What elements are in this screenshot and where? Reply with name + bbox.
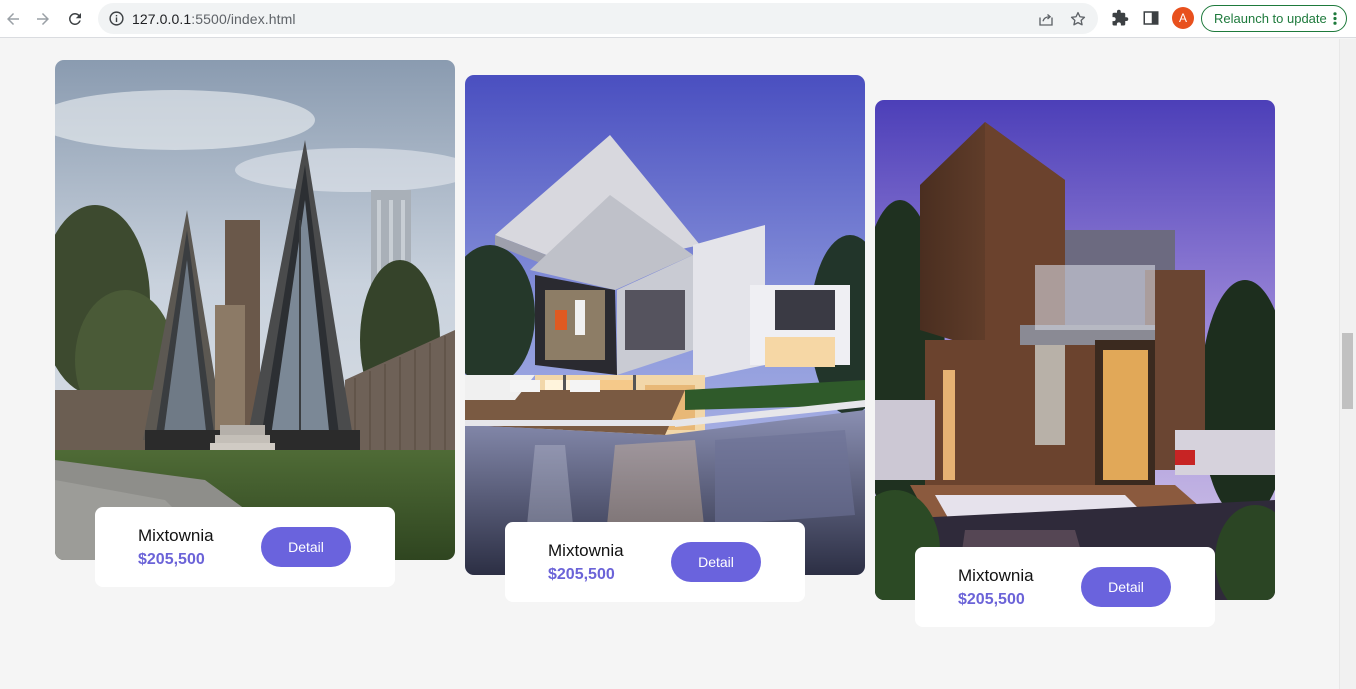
listing-name: Mixtownia (958, 566, 1034, 585)
puzzle-icon (1112, 9, 1129, 26)
property-photo (465, 75, 865, 575)
arrow-right-icon (37, 13, 49, 25)
listing-price: $205,500 (958, 591, 1025, 608)
share-button[interactable] (1036, 9, 1056, 29)
relaunch-button[interactable]: Relaunch to update (1201, 5, 1347, 32)
arrow-left-icon (7, 13, 19, 25)
relaunch-label: Relaunch to update (1214, 11, 1327, 26)
detail-button[interactable]: Detail (1081, 567, 1171, 607)
property-photo (875, 100, 1275, 600)
profile-avatar[interactable]: A (1172, 7, 1194, 29)
side-panel-button[interactable] (1141, 8, 1161, 28)
property-photo (55, 60, 455, 560)
house-image (55, 60, 455, 560)
listing-name: Mixtownia (548, 541, 624, 560)
star-icon (1070, 11, 1086, 26)
listing-info: Mixtownia $205,500 Detail (95, 507, 395, 587)
house-image (875, 100, 1275, 600)
forward-button[interactable] (30, 6, 56, 32)
url-text[interactable]: 127.0.0.1:5500/index.html (132, 11, 296, 27)
reload-button[interactable] (62, 6, 88, 32)
detail-button[interactable]: Detail (261, 527, 351, 567)
house-image (465, 75, 865, 575)
reload-icon (69, 12, 81, 25)
share-icon (1039, 13, 1053, 26)
browser-toolbar: 127.0.0.1:5500/index.html A Relaunch to … (0, 0, 1356, 38)
address-bar[interactable]: 127.0.0.1:5500/index.html (98, 3, 1098, 34)
page-scrollbar-thumb[interactable] (1342, 333, 1353, 409)
bookmark-star-button[interactable] (1068, 9, 1088, 29)
url-path: :5500/index.html (191, 11, 296, 27)
listing-price: $205,500 (138, 551, 205, 568)
listing-price: $205,500 (548, 566, 615, 583)
back-button[interactable] (0, 6, 26, 32)
url-host: 127.0.0.1 (132, 11, 192, 27)
more-vertical-icon[interactable] (1333, 12, 1337, 25)
detail-button[interactable]: Detail (671, 542, 761, 582)
extensions-button[interactable] (1110, 8, 1130, 28)
listing-name: Mixtownia (138, 526, 214, 545)
info-icon[interactable] (108, 10, 125, 27)
listing-info: Mixtownia $205,500 Detail (505, 522, 805, 602)
listing-info: Mixtownia $205,500 Detail (915, 547, 1215, 627)
side-panel-icon (1143, 11, 1159, 25)
